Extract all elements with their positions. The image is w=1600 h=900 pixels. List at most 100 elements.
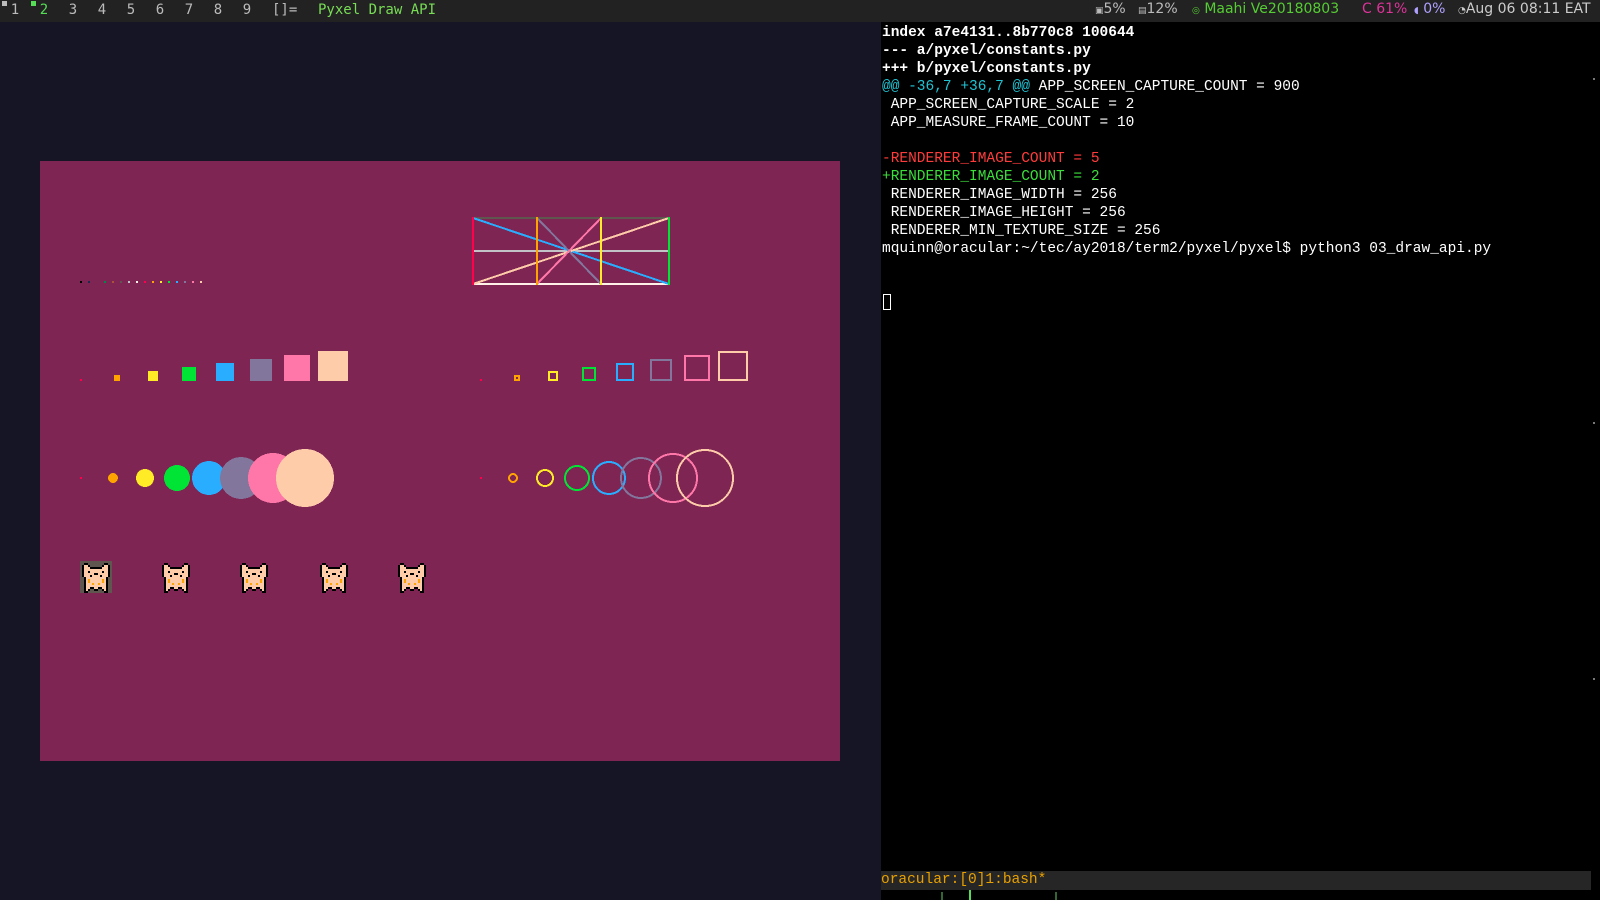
cat-pixel [256, 579, 258, 581]
workspace-6[interactable]: 6 [153, 2, 167, 18]
cat-pixel [330, 573, 332, 575]
cat-pixel [244, 565, 246, 567]
workspace-1[interactable]: 1 [8, 2, 22, 18]
square-outline [480, 379, 482, 381]
cat-pixel [246, 585, 248, 587]
cat-pixel [344, 587, 346, 589]
cat-pixel [102, 565, 104, 567]
cat-pixel [182, 589, 184, 591]
cat-pixel [104, 573, 106, 575]
cat-pixel [242, 569, 244, 571]
cat-pixel [400, 591, 402, 593]
cat-pixel [104, 585, 106, 587]
cat-pixel [98, 581, 100, 583]
cat-sprite [162, 563, 190, 593]
cat-pixel [330, 585, 332, 587]
cat-pixel [414, 569, 416, 571]
cat-pixel [168, 569, 170, 571]
filled-square [148, 371, 158, 381]
cat-pixel [412, 583, 414, 585]
cat-pixel [258, 573, 260, 575]
cat-pixel [98, 571, 100, 573]
cat-pixel [82, 567, 84, 569]
cat-pixel [336, 579, 338, 581]
workspace-9[interactable]: 9 [240, 2, 254, 18]
cat-pixel [104, 575, 106, 577]
circle-outline [620, 457, 662, 499]
cat-pixel [176, 571, 178, 573]
cat-pixel [418, 577, 420, 579]
workspace-4[interactable]: 4 [95, 2, 109, 18]
pyxel-canvas[interactable] [40, 161, 840, 761]
cat-pixel [106, 577, 108, 579]
cat-pixel [240, 571, 242, 573]
cat-pixel [242, 577, 244, 579]
cat-pixel [256, 587, 258, 589]
cat-pixel [332, 571, 334, 573]
workspace-3[interactable]: 3 [66, 2, 80, 18]
cat-pixel [186, 583, 188, 585]
cat-pixel [164, 567, 166, 569]
cat-pixel [412, 585, 414, 587]
cat-pixel [422, 583, 424, 585]
cat-pixel [164, 589, 166, 591]
cat-pixel [164, 583, 166, 585]
cat-pixel [400, 579, 402, 581]
cat-pixel [102, 587, 104, 589]
filled-circle [164, 465, 190, 491]
cat-pixel [172, 585, 174, 587]
cat-pixel [250, 567, 252, 569]
cat-pixel [180, 581, 182, 583]
cat-pixel [264, 563, 266, 565]
cat-pixel [92, 567, 94, 569]
cat-pixel [398, 569, 400, 571]
cat-pixel [252, 585, 254, 587]
cat-pixel [330, 571, 332, 573]
cat-pixel [328, 575, 330, 577]
cat-pixel [262, 573, 264, 575]
terminal-line: +++ b/pyxel/constants.py [882, 60, 1491, 78]
cat-pixel [320, 573, 322, 575]
cat-pixel [86, 565, 88, 567]
cat-pixel [264, 577, 266, 579]
cat-pixel [400, 581, 402, 583]
terminal-window[interactable]: index a7e4131..8b770c8 100644 --- a/pyxel… [881, 22, 1600, 900]
cat-pixel [326, 571, 328, 573]
cat-pixel [344, 585, 346, 587]
cat-pixel [178, 569, 180, 571]
cat-pixel [324, 563, 326, 565]
cat-pixel [186, 579, 188, 581]
cat-pixel [326, 587, 328, 589]
workspace-7[interactable]: 7 [182, 2, 196, 18]
terminal-line-text: RENDERER_IMAGE_HEIGHT = 256 [882, 205, 1126, 221]
cat-pixel [256, 571, 258, 573]
cat-pixel [258, 567, 260, 569]
workspace-2[interactable]: 2 [37, 2, 51, 18]
cat-pixel [326, 577, 328, 579]
cat-pixel [166, 567, 168, 569]
volume-value: 0% [1423, 1, 1446, 17]
cat-pixel [408, 567, 410, 569]
cat-pixel [264, 567, 266, 569]
circle-outline [480, 477, 482, 479]
cat-pixel [342, 579, 344, 581]
cat-pixel [254, 577, 256, 579]
layout-symbol[interactable]: []= [272, 2, 297, 18]
cat-pixel [330, 567, 332, 569]
cat-pixel [264, 575, 266, 577]
cat-pixel [244, 591, 246, 593]
cat-pixel [422, 589, 424, 591]
cat-pixel [264, 589, 266, 591]
cat-pixel [420, 573, 422, 575]
cat-pixel [330, 581, 332, 583]
cat-pixel [168, 565, 170, 567]
cat-pixel [406, 577, 408, 579]
cat-pixel [400, 587, 402, 589]
workspace-8[interactable]: 8 [211, 2, 225, 18]
cat-pixel [332, 587, 334, 589]
workspace-5[interactable]: 5 [124, 2, 138, 18]
cat-pixel [256, 569, 258, 571]
cat-pixel [344, 583, 346, 585]
cat-pixel [248, 575, 250, 577]
cat-pixel [254, 579, 256, 581]
